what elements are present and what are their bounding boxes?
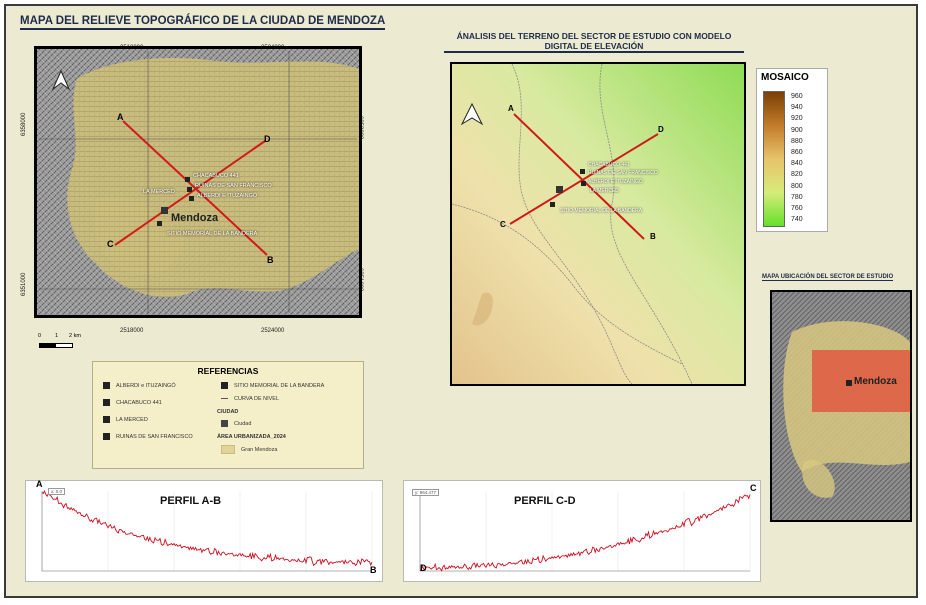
legend-title: REFERENCIAS [197, 366, 259, 376]
location-map-title: MAPA UBICACIÓN DEL SECTOR DE ESTUDIO [762, 274, 894, 281]
monument-icon [221, 382, 228, 389]
legend-item-sitio: SITIO MEMORIAL DE LA BANDERA [221, 382, 324, 389]
main-city-label: Mendoza [171, 212, 219, 224]
dem-map-canvas[interactable]: A D C B CHACABUCO 441 RUINAS DE SAN FRAN… [452, 64, 744, 384]
main-relief-map [37, 49, 359, 315]
profile-ab-title: PERFIL A-B [160, 495, 222, 507]
legend-box: REFERENCIAS ALBERDI e ITUZAINGÓ CHACABUC… [92, 361, 364, 469]
dem-map-title: ÁNALISIS DEL TERRENO DEL SECTOR DE ESTUD… [444, 31, 744, 53]
profile-cd-start: D [420, 563, 427, 573]
dem-elevation-map [452, 64, 744, 384]
legend-ciudad-header: CIUDAD [217, 409, 239, 415]
coord-left-2: 6351000 [21, 272, 27, 296]
profile-axis [419, 491, 750, 572]
location-map-frame: Mendoza [770, 290, 912, 522]
legend-item-merced: LA MERCED [103, 416, 148, 423]
coord-bottom-2: 2524000 [261, 328, 285, 334]
profile-cd-svg [419, 491, 751, 572]
mosaico-values: 960 940 920 900 880 860 840 820 800 780 760 74… [791, 93, 803, 224]
scale-0: 0 [38, 333, 42, 339]
main-map-title: MAPA DEL RELIEVE TOPOGRÁFICO DE LA CIUDA… [20, 15, 386, 30]
main-label-merced: LA MERCED [143, 189, 175, 195]
dem-point-d: D [658, 125, 664, 134]
dem-label-sitio: SITIO MEMORIAL DE LA BANDERA [560, 208, 643, 214]
main-point-d: D [264, 134, 271, 144]
legend-item-chacabuco: CHACABUCO 441 [103, 399, 162, 406]
monument-icon [103, 433, 110, 440]
profile-line [419, 494, 751, 572]
main-map-frame: A D C B CHACABUCO 441 RUINAS DE SAN FRAN… [34, 46, 362, 318]
main-label-alberdi: ALBERDI E ITUZAINGÓ [197, 193, 258, 199]
profile-cd-title: PERFIL C-D [514, 495, 576, 507]
profile-ab-readout: x: 0.0 [48, 488, 66, 495]
profile-ab-end: B [370, 565, 377, 575]
legend-item-ruinas: RUINAS DE SAN FRANCISCO [103, 433, 193, 440]
scale-bar [39, 343, 73, 348]
legend-item-alberdi: ALBERDI e ITUZAINGÓ [103, 382, 176, 389]
dem-point-b: B [650, 232, 656, 241]
main-map-canvas[interactable]: A D C B CHACABUCO 441 RUINAS DE SAN FRAN… [37, 49, 359, 315]
profile-cd-end: C [750, 483, 757, 493]
dem-map-frame: A D C B CHACABUCO 441 RUINAS DE SAN FRAN… [450, 62, 746, 386]
dem-point-a: A [508, 104, 514, 113]
mosaico-legend: MOSAICO 960 940 920 900 880 860 840 820 800 7… [756, 68, 828, 232]
legend-item-curva: CURVA DE NIVEL [221, 396, 279, 402]
location-map [772, 292, 910, 520]
monument-icon [103, 399, 110, 406]
scale-1: 1 [55, 333, 59, 339]
dem-label-ruinas: RUINAS DE SAN FRANCISCO [588, 170, 658, 176]
coord-left-1: 6358000 [21, 112, 27, 136]
scale-2: 2 km [69, 333, 81, 339]
main-point-a: A [117, 112, 124, 122]
urban-area-swatch [221, 445, 235, 454]
legend-item-ciudad: Ciudad [221, 420, 251, 427]
legend-area-header: ÁREA URBANIZADA_2024 [217, 434, 286, 440]
profile-cd-chart[interactable]: PERFIL C-D y: 964.477 D C [403, 480, 761, 582]
main-point-b: B [267, 255, 274, 265]
dem-label-merced: LA MERCED [590, 188, 619, 194]
dem-point-c: C [500, 220, 506, 229]
mosaico-title: MOSAICO [761, 72, 809, 83]
main-label-chacabuco: CHACABUCO 441 [193, 173, 239, 179]
map-sheet: MAPA DEL RELIEVE TOPOGRÁFICO DE LA CIUDA… [4, 4, 918, 598]
monument-icon [103, 416, 110, 423]
dem-label-chacabuco: CHACABUCO 441 [588, 162, 630, 168]
contour-line-icon [221, 397, 228, 400]
location-map-canvas[interactable]: Mendoza [772, 292, 910, 520]
coord-bottom-1: 2518000 [120, 328, 144, 334]
monument-icon [103, 382, 110, 389]
main-label-sitio: SITIO MEMORIAL DE LA BANDERA [167, 231, 258, 237]
main-label-ruinas: RUINAS DE SAN FRANCISCO [195, 183, 272, 189]
profile-ab-start: A [36, 479, 43, 489]
profile-cd-readout: y: 964.477 [412, 489, 440, 496]
profile-ab-chart[interactable]: PERFIL A-B x: 0.0 A B [25, 479, 383, 582]
location-city-label: Mendoza [854, 376, 897, 387]
legend-item-area: Gran Mendoza [221, 445, 277, 454]
mosaico-color-ramp [763, 91, 785, 227]
dem-label-alberdi: ALBERDI E ITUZAINGÓ [588, 179, 643, 185]
main-point-c: C [107, 239, 114, 249]
city-icon [221, 420, 228, 427]
